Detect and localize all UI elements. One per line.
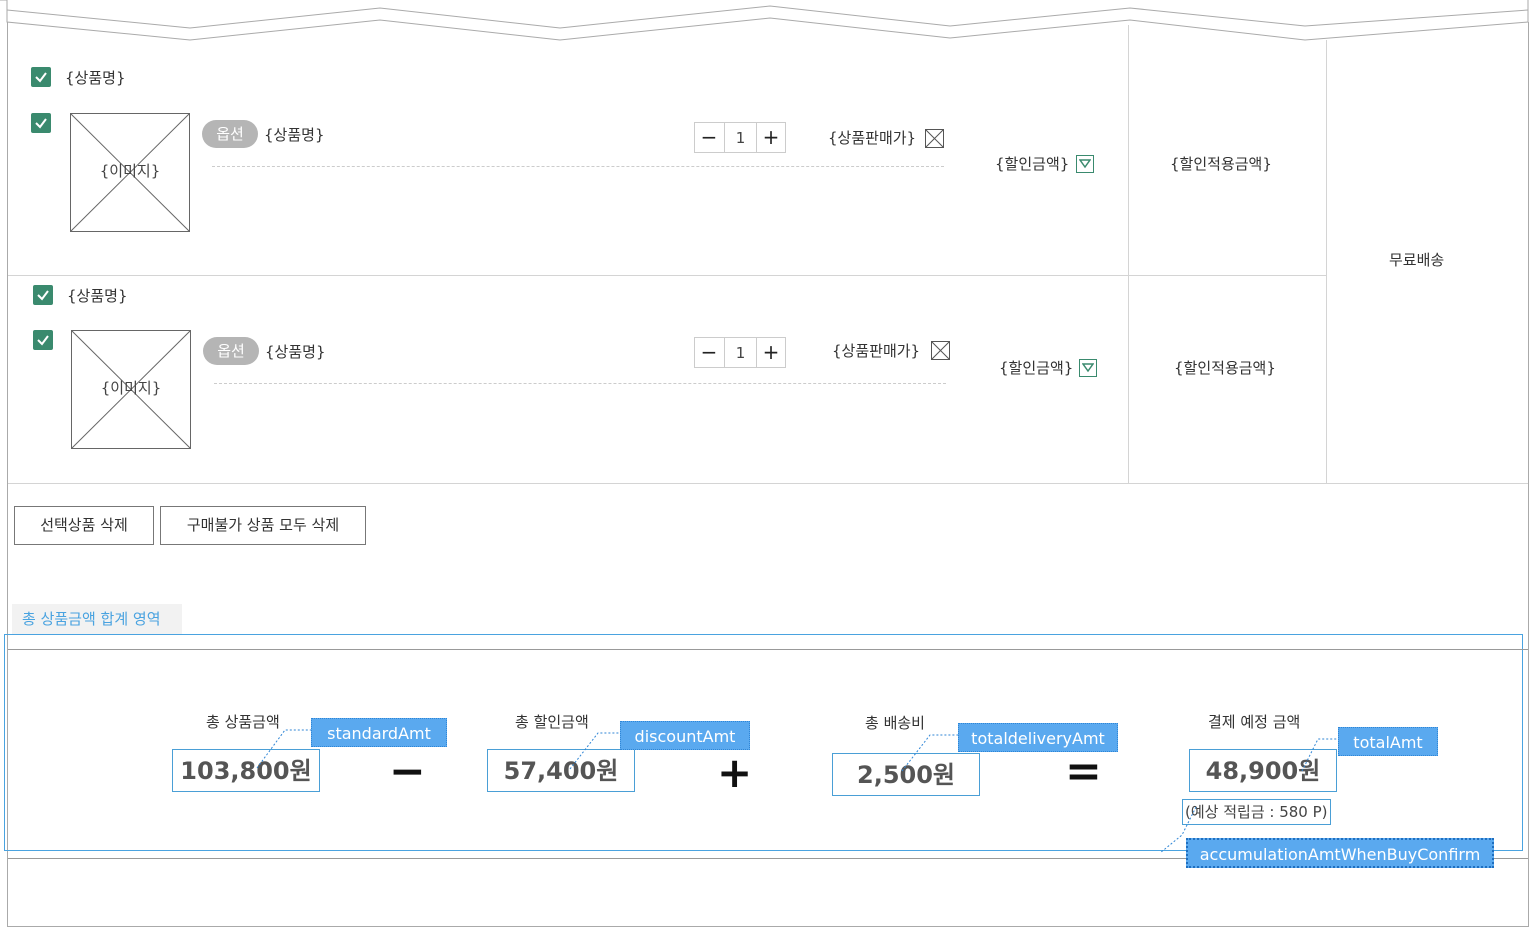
- product-image[interactable]: {이미지}: [71, 330, 191, 449]
- equals-operator: =: [1065, 746, 1102, 797]
- payment-amount-label: 결제 예정 금액: [1208, 713, 1301, 731]
- group-title: {상품명}: [67, 287, 128, 305]
- group-checkbox[interactable]: [33, 285, 53, 305]
- quantity-minus-button[interactable]: −: [695, 338, 723, 367]
- quantity-value[interactable]: 1: [724, 338, 757, 367]
- quantity-plus-button[interactable]: +: [757, 338, 785, 367]
- expected-points: (예상 적립금 : 580 P): [1182, 799, 1331, 825]
- close-icon: [926, 130, 943, 147]
- product-image[interactable]: {이미지}: [70, 113, 190, 232]
- table-bottom-divider: [8, 483, 1528, 484]
- chevron-down-icon: [1082, 363, 1094, 373]
- dashed-divider: [214, 383, 946, 384]
- summary-area-tab: 총 상품금액 합계 영역: [12, 604, 182, 634]
- accumulationAmtWhenBuyConfirm-tag: accumulationAmtWhenBuyConfirm: [1186, 838, 1494, 868]
- discount-dropdown-toggle[interactable]: [1079, 359, 1097, 377]
- annotation-connector: [901, 734, 960, 772]
- totalAmt-tag: totalAmt: [1338, 727, 1438, 756]
- torn-edge-decoration: [0, 0, 1529, 41]
- check-icon: [35, 118, 47, 129]
- total-discount-amount-label: 총 할인금액: [515, 713, 589, 731]
- plus-operator: +: [717, 748, 753, 797]
- quantity-plus-button[interactable]: +: [757, 123, 785, 152]
- annotation-connector: [256, 729, 313, 769]
- standardAmt-tag: standardAmt: [311, 718, 447, 747]
- item-checkbox[interactable]: [33, 330, 53, 350]
- delete-unavailable-button[interactable]: 구매불가 상품 모두 삭제: [160, 506, 366, 545]
- remove-item-button[interactable]: [931, 341, 950, 360]
- option-badge: 옵션: [202, 120, 258, 148]
- quantity-stepper[interactable]: − 1 +: [694, 337, 786, 368]
- total-delivery-amount-label: 총 배송비: [865, 714, 925, 732]
- group-title: {상품명}: [65, 69, 126, 87]
- product-name[interactable]: {상품명}: [265, 341, 326, 362]
- discount-applied-amount: {할인적용금액}: [1170, 155, 1272, 173]
- minus-operator: −: [389, 746, 426, 797]
- group-checkbox[interactable]: [31, 67, 51, 87]
- annotation-connector: [569, 732, 622, 770]
- frame-right-border: [1528, 22, 1529, 927]
- product-name[interactable]: {상품명}: [264, 124, 325, 145]
- discount-dropdown-toggle[interactable]: [1076, 155, 1094, 173]
- frame-bottom-border: [7, 926, 1529, 927]
- discountAmt-tag: discountAmt: [620, 721, 750, 750]
- delivery-type: 무료배송: [1389, 251, 1445, 269]
- close-icon: [932, 342, 949, 359]
- quantity-stepper[interactable]: − 1 +: [694, 122, 786, 153]
- image-placeholder-label: {이미지}: [100, 379, 162, 397]
- sale-price: {상품판매가}: [832, 342, 921, 360]
- column-divider: [1326, 40, 1327, 483]
- discount-applied-amount: {할인적용금액}: [1174, 359, 1276, 377]
- column-divider: [1128, 25, 1129, 483]
- chevron-down-icon: [1079, 159, 1091, 169]
- annotation-connector: [1301, 738, 1340, 772]
- delete-selected-button[interactable]: 선택상품 삭제: [14, 506, 154, 545]
- remove-item-button[interactable]: [925, 129, 944, 148]
- quantity-value[interactable]: 1: [724, 123, 757, 152]
- sale-price: {상품판매가}: [828, 129, 917, 147]
- discount-amount: {할인금액}: [999, 359, 1074, 377]
- check-icon: [37, 290, 49, 301]
- dashed-divider: [212, 166, 944, 167]
- row-divider: [8, 275, 1326, 276]
- quantity-minus-button[interactable]: −: [695, 123, 723, 152]
- summary-top-line: [8, 649, 1528, 650]
- check-icon: [35, 72, 47, 83]
- image-placeholder-label: {이미지}: [99, 162, 161, 180]
- item-checkbox[interactable]: [31, 113, 51, 133]
- option-badge: 옵션: [203, 337, 259, 365]
- discount-amount: {할인금액}: [995, 155, 1070, 173]
- check-icon: [37, 335, 49, 346]
